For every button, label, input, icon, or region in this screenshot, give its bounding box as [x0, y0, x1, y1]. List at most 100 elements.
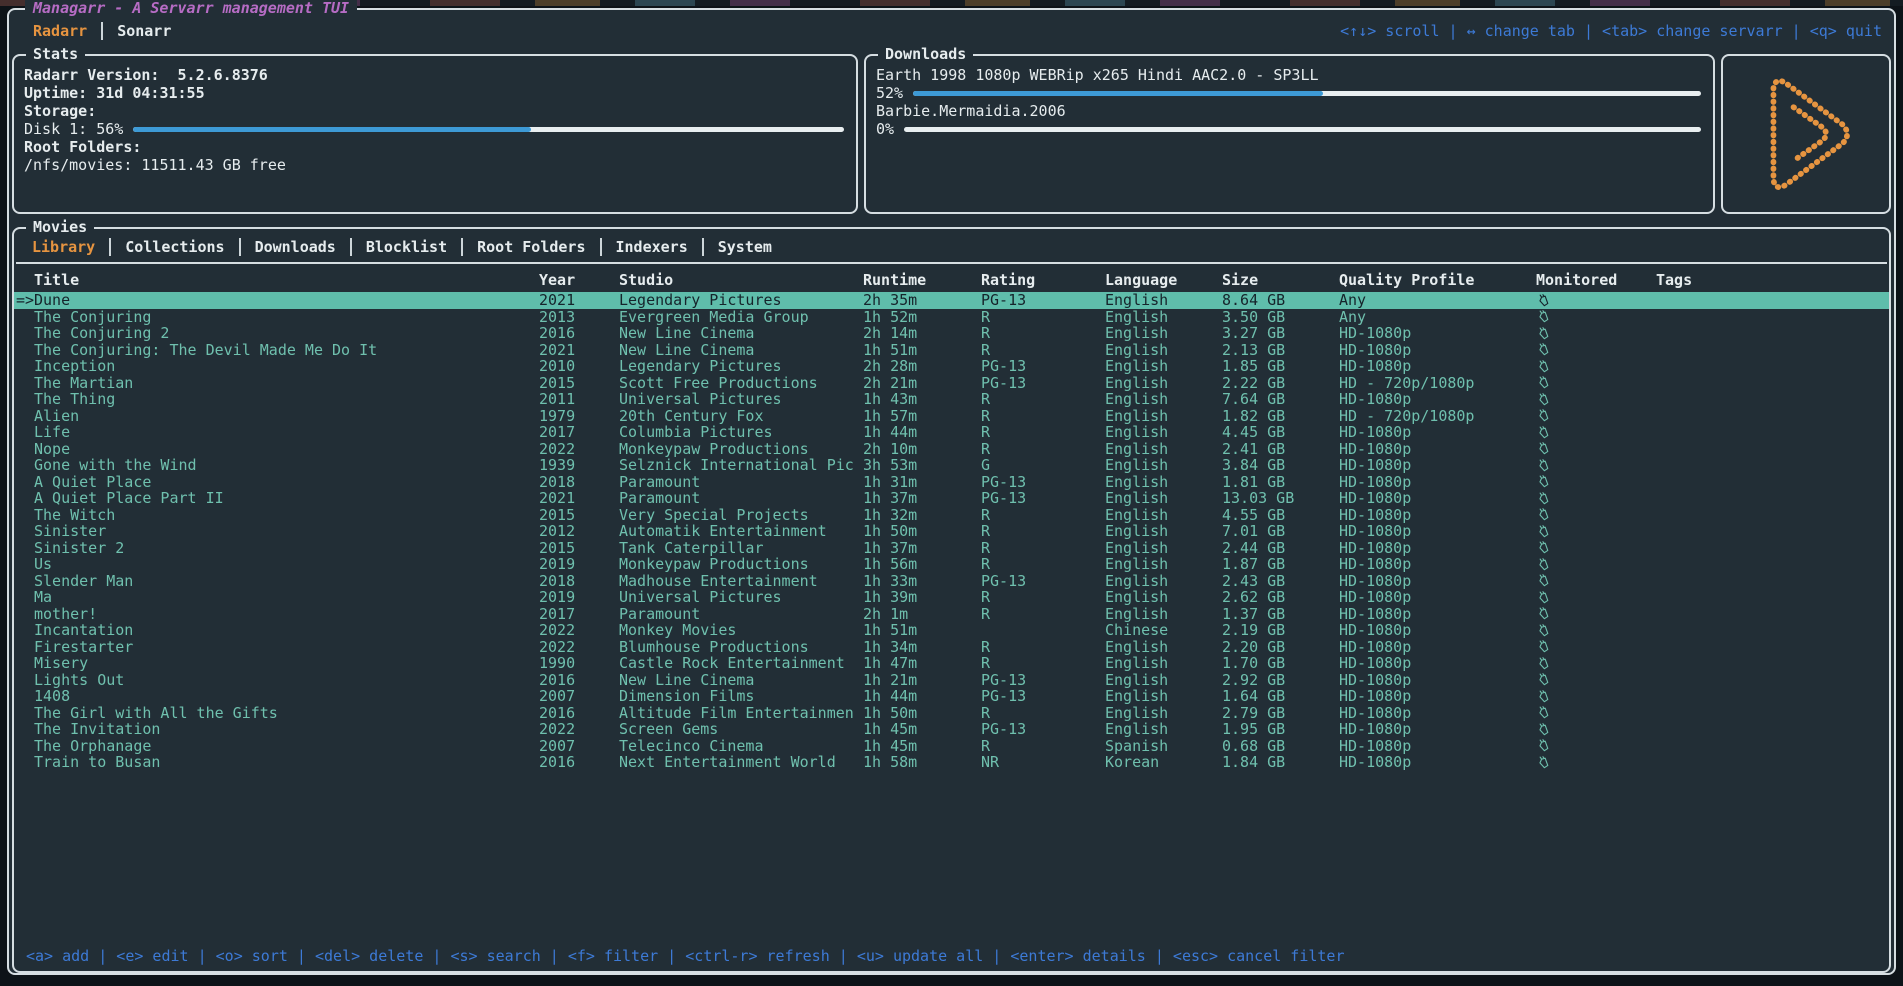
table-row[interactable]: => Lights Out 2016 New Line Cinema 1h 21… [14, 672, 1889, 689]
table-row[interactable]: => The Conjuring 2 2016 New Line Cinema … [14, 325, 1889, 342]
table-row[interactable]: => Us 2019 Monkeypaw Productions 1h 56m … [14, 556, 1889, 573]
movie-runtime: 2h 1m [863, 606, 981, 623]
movie-language: English [1105, 292, 1222, 309]
movie-quality-profile: HD-1080p [1339, 457, 1536, 474]
movie-studio: Legendary Pictures [619, 292, 863, 309]
table-row[interactable]: => The Witch 2015 Very Special Projects … [14, 507, 1889, 524]
table-row[interactable]: => The Invitation 2022 Screen Gems 1h 45… [14, 721, 1889, 738]
movie-title: The Witch [34, 507, 539, 524]
table-row[interactable]: => Sinister 2 2015 Tank Caterpillar 1h 3… [14, 540, 1889, 557]
table-row[interactable]: => 1408 2007 Dimension Films 1h 44m PG-1… [14, 688, 1889, 705]
movies-tab[interactable]: Root Folders [461, 238, 599, 256]
monitored-cell [1536, 525, 1656, 538]
table-row[interactable]: => Dune 2021 Legendary Pictures 2h 35m P… [14, 292, 1889, 309]
movies-tab[interactable]: Library [18, 238, 109, 256]
movie-language: English [1105, 342, 1222, 359]
table-row[interactable]: => Firestarter 2022 Blumhouse Production… [14, 639, 1889, 656]
movie-language: English [1105, 540, 1222, 557]
movie-size: 0.68 GB [1222, 738, 1339, 755]
table-row[interactable]: => Slender Man 2018 Madhouse Entertainme… [14, 573, 1889, 590]
download-item[interactable]: Barbie.Mermaidia.2006 0% [876, 102, 1701, 138]
monitored-cell [1536, 591, 1656, 604]
movie-year: 2021 [539, 342, 619, 359]
movie-year: 2007 [539, 738, 619, 755]
movies-tab[interactable]: System [702, 238, 786, 256]
movie-year: 2016 [539, 672, 619, 689]
movies-tab[interactable]: Blocklist [350, 238, 461, 256]
table-row[interactable]: => Inception 2010 Legendary Pictures 2h … [14, 358, 1889, 375]
table-row[interactable]: => Train to Busan 2016 Next Entertainmen… [14, 754, 1889, 771]
movie-quality-profile: HD-1080p [1339, 523, 1536, 540]
movie-studio: Columbia Pictures [619, 424, 863, 441]
movie-runtime: 1h 44m [863, 424, 981, 441]
movie-year: 2022 [539, 622, 619, 639]
movie-runtime: 1h 37m [863, 490, 981, 507]
movie-title: Lights Out [34, 672, 539, 689]
table-row[interactable]: => Alien 1979 20th Century Fox 1h 57m R … [14, 408, 1889, 425]
movie-title: The Orphanage [34, 738, 539, 755]
movie-quality-profile: HD-1080p [1339, 556, 1536, 573]
table-row[interactable]: => Incantation 2022 Monkey Movies 1h 51m… [14, 622, 1889, 639]
table-row[interactable]: => Gone with the Wind 1939 Selznick Inte… [14, 457, 1889, 474]
movie-studio: Automatik Entertainment [619, 523, 863, 540]
tag-icon [1537, 310, 1550, 323]
movie-title: Ma [34, 589, 539, 606]
movie-size: 1.95 GB [1222, 721, 1339, 738]
table-row[interactable]: => Misery 1990 Castle Rock Entertainment… [14, 655, 1889, 672]
servarr-tab[interactable]: Radarr [19, 22, 101, 40]
monitored-cell [1536, 607, 1656, 620]
movie-year: 2021 [539, 292, 619, 309]
table-row[interactable]: => The Thing 2011 Universal Pictures 1h … [14, 391, 1889, 408]
movie-quality-profile: HD-1080p [1339, 540, 1536, 557]
table-row[interactable]: => The Conjuring 2013 Evergreen Media Gr… [14, 309, 1889, 326]
movie-language: English [1105, 375, 1222, 392]
movie-studio: Monkey Movies [619, 622, 863, 639]
table-row[interactable]: => Nope 2022 Monkeypaw Productions 2h 10… [14, 441, 1889, 458]
downloads-panel-title: Downloads [878, 45, 973, 63]
tag-icon [1537, 442, 1550, 455]
table-row[interactable]: => The Martian 2015 Scott Free Productio… [14, 375, 1889, 392]
table-row[interactable]: => mother! 2017 Paramount 2h 1m R Englis… [14, 606, 1889, 623]
stats-panel: Stats Radarr Version: 5.2.6.8376 Uptime:… [12, 54, 858, 214]
movies-tab[interactable]: Collections [109, 238, 238, 256]
movie-quality-profile: HD-1080p [1339, 589, 1536, 606]
disk-usage-bar-fill [133, 127, 531, 132]
root-folders-label: Root Folders: [24, 138, 844, 156]
download-name: Earth 1998 1080p WEBRip x265 Hindi AAC2.… [876, 66, 1701, 84]
download-item[interactable]: Earth 1998 1080p WEBRip x265 Hindi AAC2.… [876, 66, 1701, 102]
table-row[interactable]: => Ma 2019 Universal Pictures 1h 39m R E… [14, 589, 1889, 606]
movie-studio: Madhouse Entertainment [619, 573, 863, 590]
movie-title: A Quiet Place Part II [34, 490, 539, 507]
movie-studio: Tank Caterpillar [619, 540, 863, 557]
movie-size: 4.55 GB [1222, 507, 1339, 524]
movie-year: 2022 [539, 721, 619, 738]
servarr-tab[interactable]: Sonarr [101, 22, 185, 40]
tag-icon [1537, 360, 1550, 373]
table-row[interactable]: => Life 2017 Columbia Pictures 1h 44m R … [14, 424, 1889, 441]
movie-quality-profile: HD-1080p [1339, 573, 1536, 590]
table-row[interactable]: => The Girl with All the Gifts 2016 Alti… [14, 705, 1889, 722]
downloads-list: Earth 1998 1080p WEBRip x265 Hindi AAC2.… [876, 66, 1701, 138]
movie-year: 2022 [539, 441, 619, 458]
movie-size: 2.41 GB [1222, 441, 1339, 458]
table-row[interactable]: => A Quiet Place 2018 Paramount 1h 31m P… [14, 474, 1889, 491]
movie-size: 3.50 GB [1222, 309, 1339, 326]
table-row[interactable]: => The Orphanage 2007 Telecinco Cinema 1… [14, 738, 1889, 755]
monitored-cell [1536, 459, 1656, 472]
movies-tab[interactable]: Indexers [600, 238, 702, 256]
table-row[interactable]: => Sinister 2012 Automatik Entertainment… [14, 523, 1889, 540]
movie-studio: Castle Rock Entertainment [619, 655, 863, 672]
movie-size: 1.64 GB [1222, 688, 1339, 705]
table-row[interactable]: => A Quiet Place Part II 2021 Paramount … [14, 490, 1889, 507]
movie-runtime: 1h 45m [863, 721, 981, 738]
movie-size: 2.79 GB [1222, 705, 1339, 722]
table-row[interactable]: => The Conjuring: The Devil Made Me Do I… [14, 342, 1889, 359]
movie-studio: 20th Century Fox [619, 408, 863, 425]
movie-title: Slender Man [34, 573, 539, 590]
movie-rating: PG-13 [981, 672, 1105, 689]
movies-tab[interactable]: Downloads [239, 238, 350, 256]
movie-title: The Conjuring [34, 309, 539, 326]
movie-runtime: 1h 31m [863, 474, 981, 491]
tag-icon [1537, 591, 1550, 604]
tag-icon [1537, 558, 1550, 571]
